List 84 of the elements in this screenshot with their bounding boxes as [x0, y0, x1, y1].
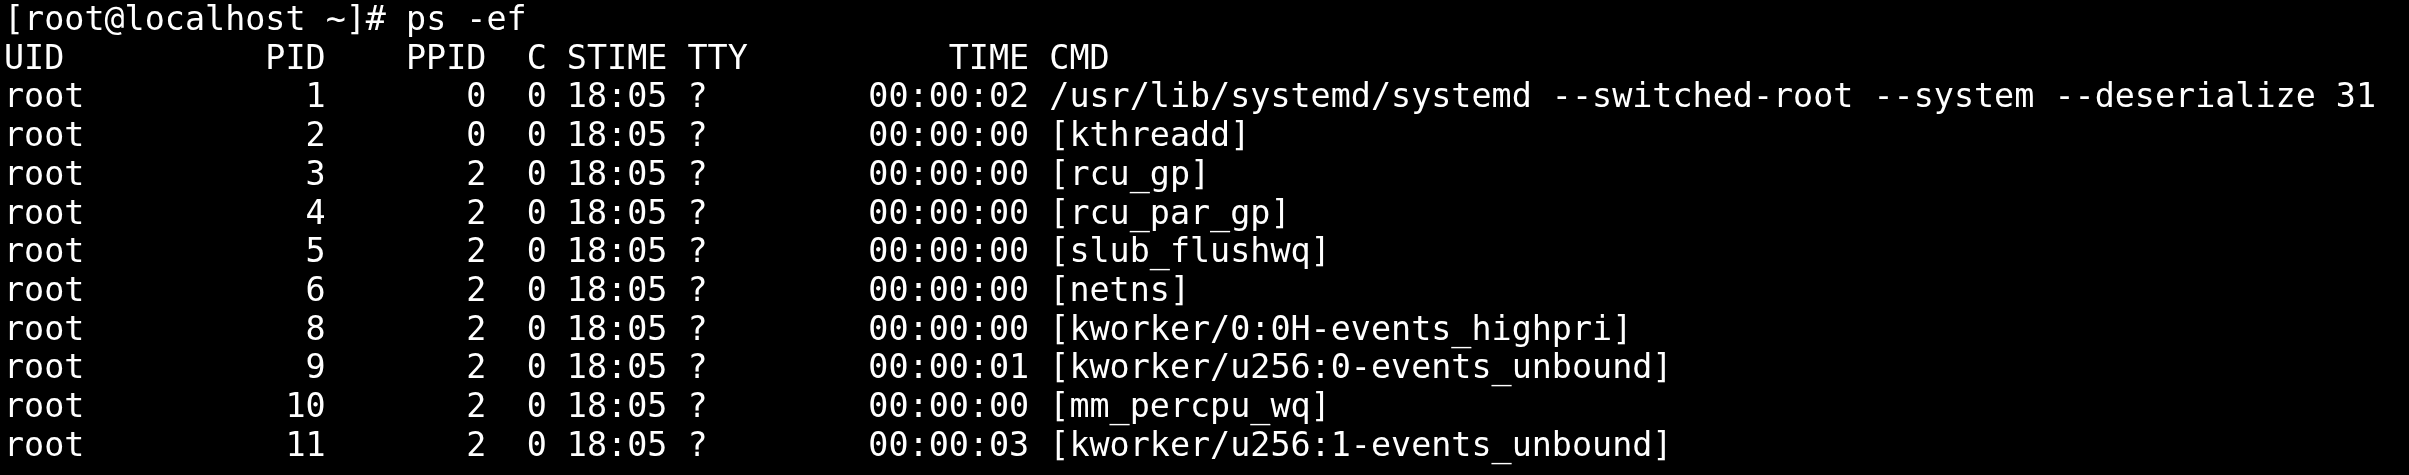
column-header: STIME [566, 37, 668, 77]
table-cell: 4 [305, 192, 326, 232]
table-cell: ? [687, 269, 708, 309]
table-cell: 0 [526, 153, 547, 193]
table-cell: root [4, 347, 85, 387]
table-cell: root [4, 192, 85, 232]
table-cell: 2 [466, 424, 487, 464]
table-cell: [kthreadd] [1049, 115, 1251, 155]
table-cell: 00:00:02 [868, 76, 1030, 116]
table-cell: ? [687, 115, 708, 155]
column-header: PID [265, 37, 326, 77]
table-cell: 2 [466, 308, 487, 348]
table-cell: 00:00:00 [868, 231, 1030, 271]
table-cell: 0 [526, 347, 547, 387]
table-cell: 18:05 [566, 153, 668, 193]
table-cell: 2 [466, 386, 487, 426]
table-cell: 00:00:03 [868, 424, 1030, 464]
table-cell: ? [687, 153, 708, 193]
column-header: CMD [1049, 37, 1110, 77]
table-cell: 0 [526, 192, 547, 232]
table-cell: 0 [526, 386, 547, 426]
table-cell: 0 [526, 231, 547, 271]
table-cell: ? [687, 386, 708, 426]
table-cell: 2 [466, 347, 487, 387]
table-cell: [rcu_gp] [1049, 153, 1211, 193]
table-cell: 2 [305, 115, 326, 155]
table-cell: root [4, 231, 85, 271]
table-cell: 18:05 [566, 308, 668, 348]
table-cell: 18:05 [566, 192, 668, 232]
table-cell: ? [687, 76, 708, 116]
table-cell: 5 [305, 231, 326, 271]
table-cell: 0 [526, 76, 547, 116]
table-cell: 18:05 [566, 231, 668, 271]
table-cell: 6 [305, 269, 326, 309]
table-cell: 2 [466, 153, 487, 193]
table-cell: 0 [466, 115, 487, 155]
table-cell: 00:00:00 [868, 153, 1030, 193]
table-cell: root [4, 115, 85, 155]
table-cell: /usr/lib/systemd/systemd --switched-root --system --deserialize 31 [1049, 76, 2377, 116]
table-cell: [kworker/0:0H-events_highpri] [1049, 308, 1633, 348]
table-cell: 00:00:00 [868, 192, 1030, 232]
table-cell: 00:00:01 [868, 347, 1030, 387]
column-header: C [526, 37, 547, 77]
table-cell: 10 [285, 386, 326, 426]
table-cell: 00:00:00 [868, 115, 1030, 155]
table-cell: 00:00:00 [868, 386, 1030, 426]
table-cell: ? [687, 424, 708, 464]
table-cell: ? [687, 308, 708, 348]
table-cell: 3 [305, 153, 326, 193]
table-cell: 18:05 [566, 424, 668, 464]
table-cell: root [4, 386, 85, 426]
column-header: TIME [948, 37, 1030, 77]
table-cell: 0 [526, 115, 547, 155]
table-cell: root [4, 424, 85, 464]
table-cell: 18:05 [566, 76, 668, 116]
table-cell: 00:00:00 [868, 308, 1030, 348]
table-cell: [mm_percpu_wq] [1049, 386, 1331, 426]
table-cell: 8 [305, 308, 326, 348]
command-prompt: [root@localhost ~]# ps -ef [4, 0, 527, 39]
table-cell: ? [687, 231, 708, 271]
table-cell: 0 [526, 424, 547, 464]
table-cell: 11 [285, 424, 326, 464]
table-cell: 00:00:00 [868, 269, 1030, 309]
table-cell: 9 [305, 347, 326, 387]
table-cell: 18:05 [566, 115, 668, 155]
table-cell: 18:05 [566, 269, 668, 309]
table-cell: 2 [466, 192, 487, 232]
table-cell: 2 [466, 269, 487, 309]
table-cell: 2 [466, 231, 487, 271]
column-header: PPID [406, 37, 487, 77]
table-cell: 18:05 [566, 386, 668, 426]
table-cell: root [4, 308, 85, 348]
table-cell: 0 [526, 269, 547, 309]
column-header: UID [4, 37, 65, 77]
table-cell: ? [687, 347, 708, 387]
table-cell: root [4, 269, 85, 309]
table-cell: 0 [526, 308, 547, 348]
table-cell: 18:05 [566, 347, 668, 387]
table-cell: root [4, 153, 85, 193]
table-cell: 1 [305, 76, 326, 116]
table-cell: 0 [466, 76, 487, 116]
table-cell: root [4, 76, 85, 116]
column-header: TTY [687, 37, 748, 77]
table-cell: ? [687, 192, 708, 232]
